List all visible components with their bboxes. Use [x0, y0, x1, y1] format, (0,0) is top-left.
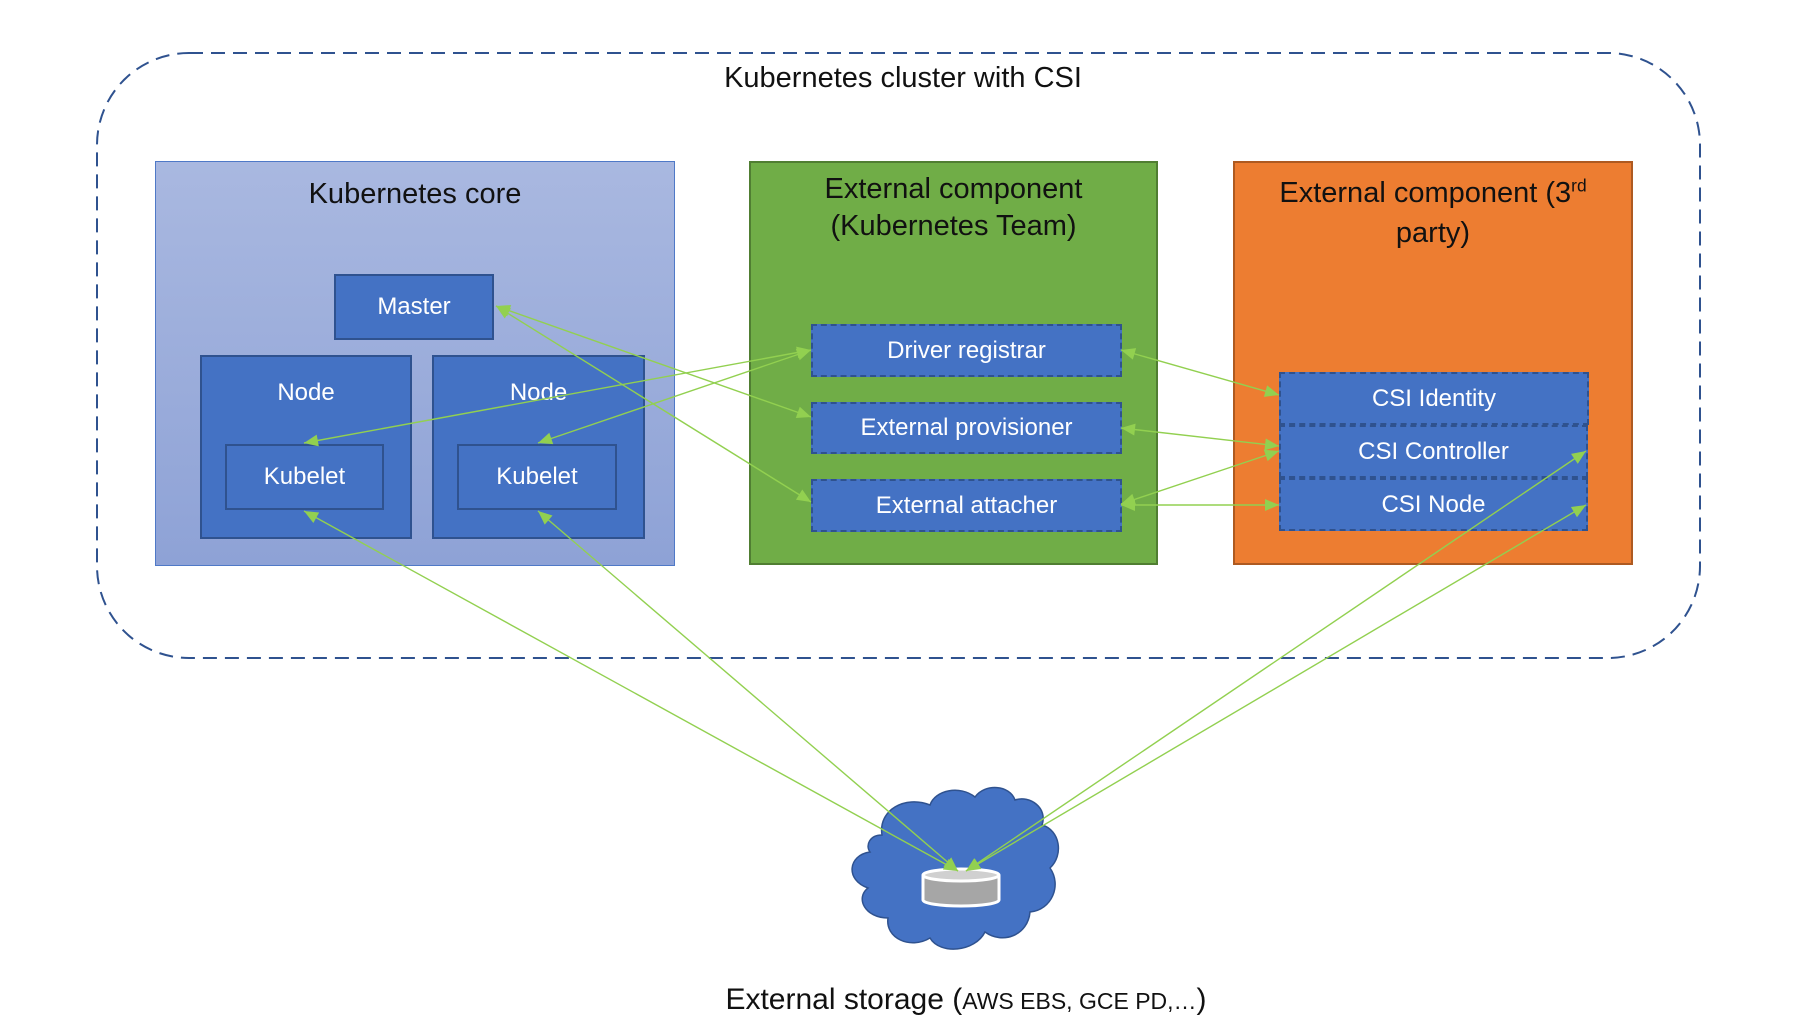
arrowhead-icon — [538, 432, 554, 445]
arrowhead-icon — [795, 348, 811, 361]
connection-arrow — [303, 510, 959, 872]
connection-arrow — [537, 348, 812, 445]
arrowhead-icon — [1570, 505, 1586, 518]
arrowhead-icon — [1264, 438, 1279, 451]
arrowhead-icon — [1263, 385, 1279, 397]
diagram-canvas: Kubernetes cluster with CSI Kubernetes c… — [0, 0, 1800, 1016]
arrowhead-icon — [795, 406, 811, 419]
connection-arrow — [965, 450, 1587, 872]
connection-line — [965, 450, 1587, 872]
arrowhead-icon — [304, 511, 320, 524]
arrowhead-icon — [1265, 499, 1279, 511]
connection-line — [1120, 450, 1280, 505]
connection-arrow — [1120, 348, 1280, 397]
arrowhead-icon — [1263, 449, 1279, 462]
connection-line — [537, 349, 812, 444]
connection-arrow — [1121, 499, 1279, 511]
arrowhead-icon — [1571, 451, 1586, 464]
arrowhead-icon — [304, 434, 319, 447]
connection-line — [1120, 427, 1280, 447]
connection-line — [537, 510, 959, 872]
connection-line — [1120, 349, 1280, 396]
connection-line — [303, 510, 959, 872]
connection-arrows — [303, 304, 1587, 872]
connection-line — [495, 305, 812, 418]
connection-arrow — [495, 304, 812, 419]
connection-arrow — [303, 346, 812, 447]
connection-line — [303, 349, 812, 444]
connection-arrow — [1120, 423, 1280, 451]
connection-arrow — [537, 510, 959, 872]
arrowhead-icon — [538, 511, 553, 525]
arrowhead-icon — [1121, 348, 1137, 360]
connection-arrow — [1120, 449, 1280, 506]
arrowhead-icon — [1121, 423, 1136, 436]
connection-arrow — [965, 504, 1587, 872]
connection-line — [965, 504, 1587, 872]
arrowhead-icon — [795, 489, 811, 502]
